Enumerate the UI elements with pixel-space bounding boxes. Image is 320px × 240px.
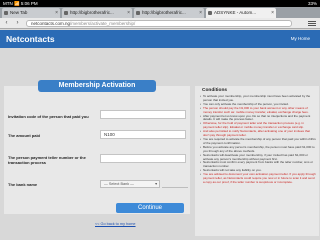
status-left: MTN 📶 5:06 PM [3,1,38,6]
page-icon [4,11,8,15]
conditions-list: To activate your membership, your member… [200,94,316,185]
conditions-title: Conditions [202,88,228,93]
site-title[interactable]: Netcontacts [6,34,55,44]
close-icon[interactable]: × [127,8,130,18]
tab-label: New Tab [10,10,28,15]
amount-label: The amount paid [8,133,40,138]
address-bar: ‹ › netcontacts.com.ng/members/activate_… [0,18,320,29]
battery-level: 33% [307,1,317,6]
site-header: Netcontacts My Home [0,30,320,48]
invitation-code-input[interactable] [100,110,186,119]
tab-bigbrother-2[interactable]: http://bigbrotherafric... × [134,8,204,18]
bank-select[interactable]: — Select Bank — ▾ [100,180,160,188]
url-host: netcontacts.com.ng [31,21,71,26]
tab-bar: New Tab × http://bigbrotherafric... × ht… [0,7,320,18]
back-arrow-icon[interactable]: ‹ [3,20,10,27]
tab-bigbrother-1[interactable]: http://bigbrotherafric... × [62,8,132,18]
tab-adsynke[interactable]: ADSYNKE - Autom... × [206,8,276,18]
bank-select-value: — Select Bank — [104,182,134,186]
go-back-home-link[interactable]: << Go back to my home [95,222,136,226]
chevron-down-icon: ▾ [155,182,157,186]
teller-number-label: The person payment teller number or the … [8,155,86,165]
url-input[interactable]: netcontacts.com.ng/members/activate_memb… [26,20,292,27]
divider [162,187,188,188]
teller-number-input[interactable] [100,154,186,163]
close-icon[interactable]: × [271,8,274,18]
page-icon [208,11,212,15]
continue-button[interactable]: Continue [116,203,184,213]
condition-item: You are advised to document your own act… [200,172,316,185]
tab-label: http://bigbrotherafric... [142,10,186,15]
activation-form-panel [4,86,190,214]
status-bar: MTN 📶 5:06 PM 33% [0,0,320,7]
forward-arrow-icon[interactable]: › [14,20,21,27]
tab-label: http://bigbrotherafric... [70,10,114,15]
page-icon [64,11,68,15]
url-path: /members/activate_membership/ [70,21,136,26]
amount-input[interactable]: N100 [100,130,186,139]
close-icon[interactable]: × [199,8,202,18]
form-title: Membership Activation [38,80,156,92]
menu-icon[interactable] [308,20,316,27]
invitation-code-label: Invitation code of the person that paid … [8,114,89,119]
close-icon[interactable]: × [55,8,58,18]
my-home-link[interactable]: My Home [291,36,310,41]
bank-name-label: The bank name [8,182,38,187]
tab-label: ADSYNKE - Autom... [214,10,257,15]
tab-new-tab[interactable]: New Tab × [2,8,60,18]
page-icon [136,11,140,15]
